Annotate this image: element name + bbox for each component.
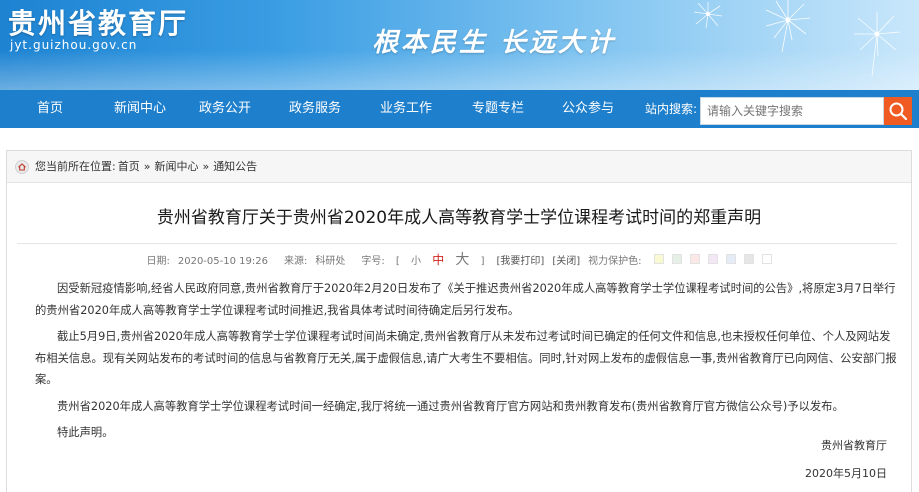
nav-item-gov-affairs[interactable]: 政务公开 [180, 90, 270, 128]
nav-item-topics[interactable]: 专题专栏 [452, 90, 544, 128]
search-input[interactable] [700, 97, 884, 125]
breadcrumb: 您当前所在位置: 首页 » 新闻中心 » 通知公告 [7, 151, 911, 183]
article-paragraph: 特此声明。 [57, 426, 114, 439]
title-divider [17, 243, 897, 244]
source-label-text: 来源: [283, 255, 308, 267]
dandelion-decoration-icon [765, 0, 811, 52]
search-label: 站内搜索: [645, 102, 698, 116]
date-label-text: 日期: [146, 255, 170, 267]
eye-care-swatch[interactable] [671, 253, 682, 264]
source-label: 来源: 科研处 [280, 252, 349, 267]
dandelion-decoration-icon [854, 12, 901, 76]
article-body: 因受新冠疫情影响,经省人民政府同意,贵州省教育厅于2020年2月20日发布了《关… [35, 278, 897, 449]
breadcrumb-notices[interactable]: 通知公告 [213, 151, 257, 183]
nav-item-gov-services[interactable]: 政务服务 [270, 90, 360, 128]
font-size-bracket: [ [395, 256, 400, 267]
article-panel: 您当前所在位置: 首页 » 新闻中心 » 通知公告 贵州省教育厅关于贵州省202… [6, 150, 912, 492]
publish-date: 2020-05-10 19:26 [177, 255, 268, 267]
eye-care-swatch[interactable] [761, 253, 772, 264]
header-slogan: 根本民生 长远大计 [372, 28, 617, 58]
source-value: 科研处 [315, 255, 346, 267]
nav-item-business[interactable]: 业务工作 [360, 90, 452, 128]
font-size-large[interactable]: 大 [455, 252, 469, 268]
eye-care-swatches [650, 253, 776, 265]
font-size-control: 字号: [ 小 中 大 ] [357, 249, 488, 269]
signature: 贵州省教育厅 [821, 439, 887, 452]
font-size-small[interactable]: 小 [411, 256, 421, 267]
search-icon [889, 102, 908, 121]
article-paragraph: 贵州省2020年成人高等教育学士学位课程考试时间一经确定,我厅将统一通过贵州省教… [57, 399, 844, 413]
site-url: jyt.guizhou.gov.cn [10, 38, 138, 52]
nav-item-public[interactable]: 公众参与 [544, 90, 632, 128]
site-header: 贵州省教育厅 jyt.guizhou.gov.cn 根本民生 长远大计 [0, 0, 919, 90]
breadcrumb-news[interactable]: 新闻中心 [154, 151, 198, 183]
breadcrumb-prefix: 您当前所在位置: [35, 159, 116, 173]
dandelion-decoration-icon [693, 2, 723, 29]
font-size-medium[interactable]: 中 [432, 253, 444, 267]
article-paragraph: 截止5月9日,贵州省2020年成人高等教育学士学位课程考试时间尚未确定,贵州省教… [35, 330, 897, 386]
eye-care-swatch[interactable] [725, 253, 736, 264]
eye-care-swatch[interactable] [707, 253, 718, 264]
nav-item-news[interactable]: 新闻中心 [100, 90, 180, 128]
eye-care-swatch[interactable] [689, 253, 700, 264]
breadcrumb-home[interactable]: 首页 [118, 151, 140, 183]
search-button[interactable] [884, 97, 912, 125]
date-label: 日期: 2020-05-10 19:26 [142, 252, 272, 267]
nav-list: 首页 新闻中心 政务公开 政务服务 业务工作 专题专栏 公众参与 [0, 90, 632, 128]
breadcrumb-separator: » [143, 159, 151, 173]
close-button[interactable]: [关闭] [552, 252, 580, 267]
article-title: 贵州省教育厅关于贵州省2020年成人高等教育学士学位课程考试时间的郑重声明 [156, 208, 762, 228]
nav-item-home[interactable]: 首页 [0, 90, 100, 128]
eye-care-swatch[interactable] [743, 253, 754, 264]
eye-care-label: 视力保护色: [588, 255, 642, 267]
article-meta: 日期: 2020-05-10 19:26 来源: 科研处 字号: [ 小 中 大 ]… [7, 249, 911, 269]
print-button[interactable]: [我要打印] [497, 252, 545, 267]
home-icon [15, 159, 29, 174]
font-size-label: 字号: [361, 256, 385, 267]
sign-date: 2020年5月10日 [805, 467, 887, 480]
breadcrumb-separator: » [202, 159, 210, 173]
site-logo-title[interactable]: 贵州省教育厅 [8, 2, 188, 42]
font-size-bracket: ] [480, 256, 485, 267]
eye-care-swatch[interactable] [653, 253, 664, 264]
article-paragraph: 因受新冠疫情影响,经省人民政府同意,贵州省教育厅于2020年2月20日发布了《关… [35, 282, 896, 317]
